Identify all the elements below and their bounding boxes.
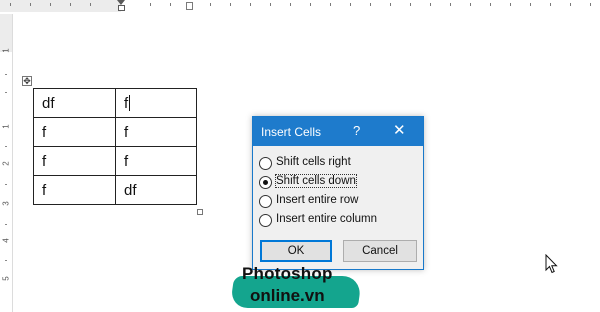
- vertical-ruler[interactable]: 1 1 2 3 4 5: [0, 14, 13, 312]
- ruler-tick: [210, 3, 211, 6]
- ok-button[interactable]: OK: [260, 240, 332, 262]
- ruler-tick: [430, 3, 431, 6]
- ruler-tick: [230, 3, 231, 6]
- ruler-tick: [310, 3, 311, 6]
- cell-text: df: [42, 94, 55, 112]
- ruler-tick: [5, 146, 7, 147]
- ruler-tick: [5, 92, 7, 93]
- cell-text: f: [42, 152, 47, 170]
- ruler-tick: [570, 3, 571, 6]
- left-indent-marker[interactable]: [118, 5, 125, 11]
- move-arrows-icon[interactable]: ✥: [22, 76, 32, 86]
- watermark-line1: Photoshop: [242, 264, 333, 283]
- ruler-tick: [510, 3, 511, 6]
- ruler-tick: [290, 3, 291, 6]
- close-icon[interactable]: ✕: [393, 121, 406, 139]
- column-boundary-marker[interactable]: [186, 2, 193, 10]
- cell-text: f: [42, 123, 47, 141]
- text-caret: [129, 94, 131, 111]
- ruler-number: 3: [1, 201, 11, 206]
- insert-cells-dialog: Insert Cells ? ✕ Shift cells right Shift…: [252, 116, 424, 270]
- ruler-tick: [470, 3, 471, 6]
- option-label: Insert entire row: [276, 194, 359, 206]
- watermark-line2: online.vn: [250, 286, 325, 305]
- ruler-tick: [530, 3, 531, 6]
- ruler-number: 5: [1, 276, 11, 281]
- ruler-tick: [270, 3, 271, 6]
- ruler-number: 2: [1, 161, 11, 166]
- option-label: Shift cells right: [276, 156, 351, 168]
- ruler-tick: [170, 3, 171, 6]
- ruler-tick: [5, 224, 7, 225]
- ruler-tick: [390, 3, 391, 6]
- table-cell[interactable]: f: [115, 88, 197, 118]
- table-cell[interactable]: f: [115, 117, 197, 147]
- cell-text: f: [124, 123, 129, 141]
- table-cell[interactable]: f: [115, 146, 197, 176]
- table-cell[interactable]: f: [33, 175, 116, 205]
- ruler-tick: [350, 3, 351, 6]
- cell-text: f: [124, 94, 129, 112]
- ruler-tick: [5, 260, 7, 261]
- dialog-title: Insert Cells: [261, 125, 322, 139]
- table-resize-handle[interactable]: [197, 209, 203, 215]
- ruler-tick: [330, 3, 331, 6]
- ruler-tick: [90, 3, 91, 6]
- option-label: Insert entire column: [276, 213, 377, 225]
- help-icon[interactable]: ?: [353, 123, 360, 138]
- ruler-number: 4: [1, 238, 11, 243]
- ruler-number: 1: [1, 124, 11, 129]
- table-cell[interactable]: df: [33, 88, 116, 118]
- ruler-tick: [150, 3, 151, 6]
- ruler-tick: [5, 74, 7, 75]
- dialog-titlebar[interactable]: Insert Cells ? ✕: [253, 117, 423, 146]
- mouse-pointer-icon: [545, 254, 558, 274]
- table-cell[interactable]: df: [115, 175, 197, 205]
- ruler-tick: [5, 184, 7, 185]
- ruler-tick: [410, 3, 411, 6]
- ruler-text-area: [0, 52, 12, 312]
- ruler-tick: [50, 3, 51, 6]
- ruler-tick: [490, 3, 491, 6]
- ruler-tick: [30, 3, 31, 6]
- ruler-tick: [10, 3, 11, 6]
- photoshop-online-watermark: Photoshop online.vn: [229, 262, 363, 312]
- ruler-tick: [70, 3, 71, 6]
- table-row: f f: [33, 146, 197, 176]
- option-label: Shift cells down: [275, 174, 357, 188]
- table-row: f df: [33, 175, 197, 205]
- horizontal-ruler[interactable]: [0, 0, 600, 14]
- ruler-tick: [370, 3, 371, 6]
- ruler-tick: [250, 3, 251, 6]
- ruler-tick: [450, 3, 451, 6]
- radio-button[interactable]: [259, 195, 272, 208]
- ruler-tick: [550, 3, 551, 6]
- document-table[interactable]: df f f f f f f df: [33, 88, 197, 205]
- cell-text: f: [42, 181, 47, 199]
- ruler-number: 1: [1, 48, 11, 53]
- radio-button[interactable]: [259, 214, 272, 227]
- radio-button[interactable]: [259, 157, 272, 170]
- table-cell[interactable]: f: [33, 117, 116, 147]
- table-row: df f: [33, 88, 197, 118]
- radio-button-selected[interactable]: [259, 176, 272, 189]
- cancel-button[interactable]: Cancel: [343, 240, 417, 262]
- cell-text: df: [124, 181, 137, 199]
- table-row: f f: [33, 117, 197, 147]
- table-cell[interactable]: f: [33, 146, 116, 176]
- ruler-tick: [590, 3, 591, 6]
- cell-text: f: [124, 152, 129, 170]
